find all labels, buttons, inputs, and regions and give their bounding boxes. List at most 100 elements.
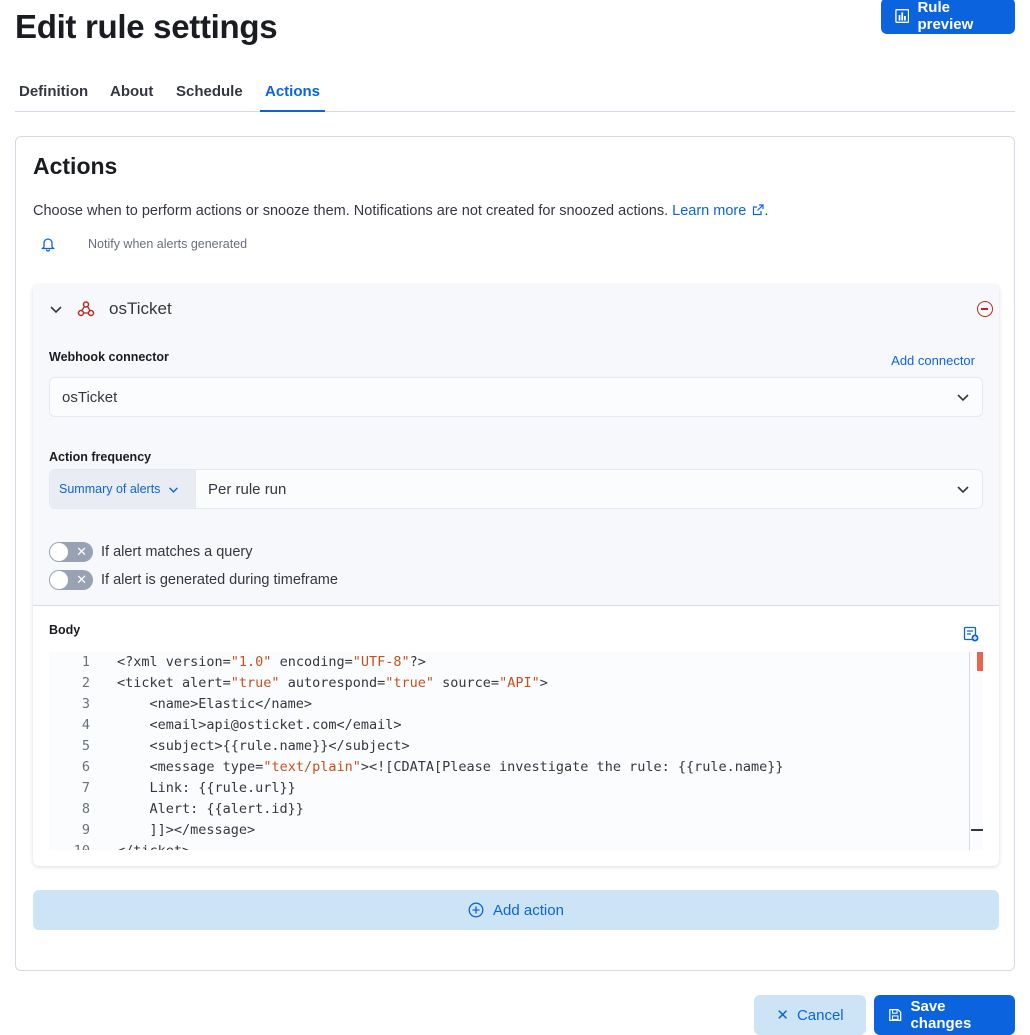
code-token: ?>: [409, 654, 426, 670]
line-number: 6: [81, 759, 90, 775]
line-number: 1: [81, 654, 90, 670]
external-link-icon: [753, 204, 764, 216]
remove-action-icon[interactable]: [977, 301, 993, 317]
toggle-label: If alert is generated during timeframe: [101, 572, 338, 588]
frequency-select[interactable]: Summary of alerts Per rule run: [49, 469, 983, 509]
code-token: "true": [385, 675, 435, 691]
line-number: 2: [81, 675, 90, 691]
code-line: 5 <subject>{{rule.name}}</subject>: [49, 736, 410, 757]
cursor-marker: [971, 829, 983, 831]
line-number: 3: [81, 696, 90, 712]
panel-description: Choose when to perform actions or snooze…: [33, 203, 768, 219]
connector-value: osTicket: [62, 388, 118, 406]
code-line: 4 <email>api@osticket.com</email>: [49, 715, 402, 736]
code-token: ><![CDATA[Please investigate the rule: {…: [360, 759, 784, 775]
query-switch[interactable]: ✕: [49, 542, 93, 562]
add-action-button[interactable]: Add action: [33, 890, 999, 930]
line-number: 8: [81, 801, 90, 817]
description-text: Choose when to perform actions or snooze…: [33, 203, 669, 219]
toggle-label: If alert matches a query: [101, 544, 253, 560]
panel-title: Actions: [33, 153, 118, 179]
code-line: 2 <ticket alert="true" autorespond="true"…: [49, 673, 548, 694]
rule-preview-label: Rule preview: [917, 0, 974, 33]
code-token: "true": [230, 675, 280, 691]
cancel-label: Cancel: [796, 1006, 844, 1024]
code-token: encoding=: [271, 654, 353, 670]
page-title: Edit rule settings: [15, 8, 278, 45]
line-number: 4: [81, 717, 90, 733]
code-token: source=: [434, 675, 500, 691]
code-token: "1.0": [230, 654, 272, 670]
tab-definition[interactable]: Definition: [19, 72, 88, 112]
code-line: 6 <message type="text/plain"><![CDATA[Pl…: [49, 757, 784, 778]
save-icon: [889, 1008, 902, 1022]
toggle-alert-timeframe[interactable]: ✕ If alert is generated during timeframe: [49, 570, 338, 590]
code-line: 1 <?xml version="1.0" encoding="UTF-8"?>: [49, 652, 426, 673]
save-label: Save changes: [910, 998, 972, 1032]
code-token: "text/plain": [263, 759, 361, 775]
code-line: 9 ]]></message>: [49, 820, 255, 841]
code-token: </ticket>: [117, 843, 190, 850]
action-header[interactable]: osTicket: [49, 299, 172, 319]
learn-more-link[interactable]: Learn more: [672, 203, 764, 219]
code-token: >: [539, 675, 548, 691]
cancel-button[interactable]: ✕ Cancel: [754, 995, 866, 1035]
code-token: "UTF-8": [352, 654, 410, 670]
add-variable-icon[interactable]: [963, 626, 979, 642]
code-token: "API": [499, 675, 540, 691]
code-line: 8 Alert: {{alert.id}}: [49, 799, 304, 820]
save-changes-button[interactable]: Save changes: [874, 995, 1015, 1035]
code-token: <?xml version=: [117, 654, 231, 670]
toggle-alert-query[interactable]: ✕ If alert matches a query: [49, 542, 253, 562]
editor-scrollbar[interactable]: [969, 652, 983, 850]
rule-preview-button[interactable]: Rule preview: [881, 0, 1015, 34]
error-marker: [977, 652, 983, 671]
code-token: autorespond=: [279, 675, 386, 691]
close-icon: ✕: [76, 572, 87, 587]
body-label: Body: [49, 623, 81, 637]
notify-row[interactable]: Notify when alerts generated: [40, 236, 247, 252]
body-section: Body 1 <?xml version="1.0" encoding="UTF-…: [33, 605, 999, 866]
code-line: 10 </ticket>: [49, 841, 190, 850]
chevron-down-icon: [169, 486, 179, 493]
chevron-down-icon: [957, 486, 969, 494]
chevron-down-icon[interactable]: [49, 302, 63, 316]
action-card: osTicket Webhook connector Add connector…: [33, 285, 999, 866]
tab-about[interactable]: About: [110, 72, 153, 112]
webhook-icon: [77, 301, 95, 317]
tab-bar: Definition About Schedule Actions: [15, 72, 1015, 112]
tab-schedule[interactable]: Schedule: [176, 72, 243, 112]
timeframe-switch[interactable]: ✕: [49, 570, 93, 590]
code-token: <ticket alert=: [117, 675, 231, 691]
code-editor[interactable]: 1 <?xml version="1.0" encoding="UTF-8"?> 2…: [49, 652, 983, 850]
add-action-label: Add action: [493, 901, 564, 919]
bell-icon: [40, 238, 56, 252]
connector-label: Webhook connector: [49, 350, 169, 364]
add-connector-link[interactable]: Add connector: [891, 353, 975, 368]
summary-dropdown[interactable]: Summary of alerts: [50, 470, 196, 508]
code-token: Link: {{rule.url}}: [117, 780, 296, 796]
summary-label: Summary of alerts: [59, 482, 161, 496]
connector-select[interactable]: osTicket: [49, 377, 983, 417]
close-icon: ✕: [776, 1007, 789, 1024]
chart-icon: [895, 8, 910, 24]
code-token: <email>api@osticket.com</email>: [117, 717, 402, 733]
code-token: <subject>{{rule.name}}</subject>: [117, 738, 410, 754]
code-token: <name>Elastic</name>: [117, 696, 313, 712]
line-number: 7: [81, 780, 90, 796]
action-name: osTicket: [109, 299, 172, 318]
close-icon: ✕: [76, 544, 87, 559]
line-number: 5: [81, 738, 90, 754]
line-number: 9: [81, 822, 90, 838]
description-period: .: [764, 203, 769, 219]
code-token: ]]></message>: [117, 822, 256, 838]
code-line: 3 <name>Elastic</name>: [49, 694, 312, 715]
plus-circle-icon: [468, 902, 484, 918]
line-number: 10: [49, 841, 90, 850]
chevron-down-icon: [957, 394, 969, 402]
frequency-label: Action frequency: [49, 450, 152, 464]
actions-panel: Actions Choose when to perform actions o…: [15, 136, 1015, 971]
code-line: 7 Link: {{rule.url}}: [49, 778, 296, 799]
code-token: Alert: {{alert.id}}: [117, 801, 304, 817]
tab-actions[interactable]: Actions: [260, 72, 326, 112]
